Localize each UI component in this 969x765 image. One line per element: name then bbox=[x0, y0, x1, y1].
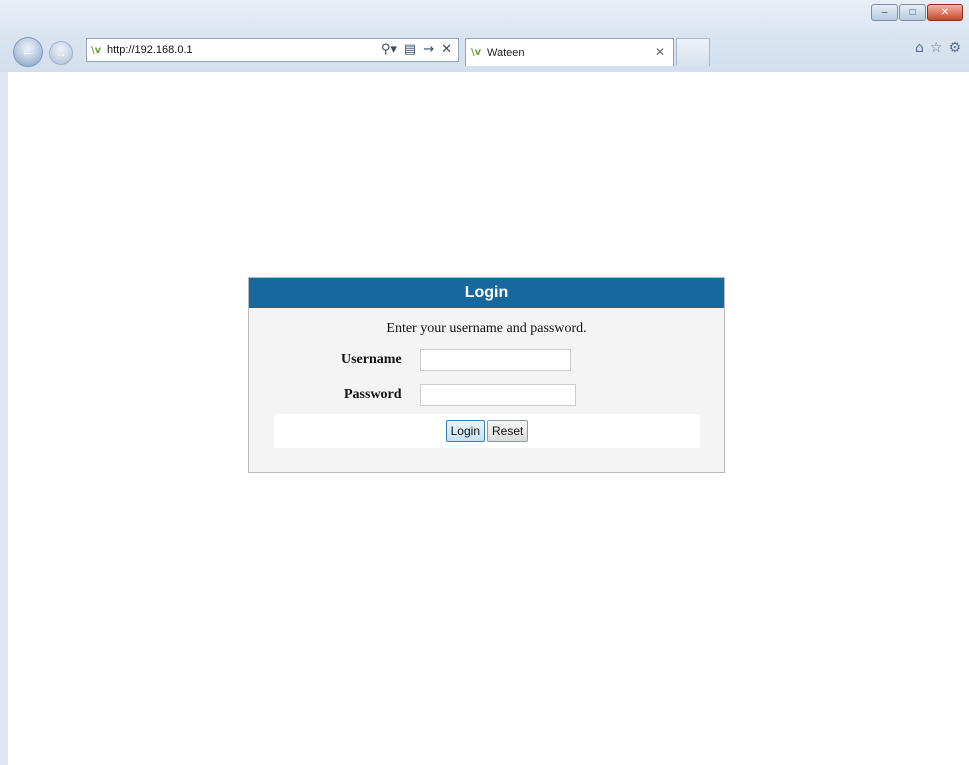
browser-right-icons: ⌂ ☆ ⚙ bbox=[915, 40, 961, 56]
tab-wateen[interactable]: \v Wateen ✕ bbox=[465, 38, 674, 66]
browser-toolbar: – □ ✕ ← → \v http://192.168.0.1 ⚲▾ ▤ → ✕… bbox=[0, 0, 969, 72]
password-row: Password bbox=[249, 384, 724, 408]
forward-button[interactable]: → bbox=[49, 41, 73, 65]
go-icon[interactable]: → bbox=[423, 42, 434, 57]
password-label: Password bbox=[344, 387, 402, 402]
login-instructions: Enter your username and password. bbox=[386, 321, 587, 336]
home-icon[interactable]: ⌂ bbox=[915, 40, 924, 56]
username-input[interactable] bbox=[420, 349, 571, 371]
tab-title: Wateen bbox=[487, 46, 525, 59]
compat-icon[interactable]: ▤ bbox=[404, 42, 416, 57]
login-title: Login bbox=[249, 278, 724, 308]
address-url[interactable]: http://192.168.0.1 bbox=[107, 44, 193, 56]
username-label: Username bbox=[341, 352, 402, 367]
close-tab-icon[interactable]: ✕ bbox=[655, 45, 665, 59]
favorites-icon[interactable]: ☆ bbox=[930, 40, 943, 56]
username-row: Username bbox=[249, 349, 724, 373]
site-favicon-icon: \v bbox=[91, 44, 102, 56]
address-bar[interactable]: \v http://192.168.0.1 ⚲▾ ▤ → ✕ bbox=[86, 38, 459, 62]
minimize-button[interactable]: – bbox=[871, 4, 898, 21]
login-buttons: Login Reset bbox=[274, 414, 700, 448]
search-icon[interactable]: ⚲▾ bbox=[381, 42, 397, 57]
password-input[interactable] bbox=[420, 384, 576, 406]
tab-favicon-icon: \v bbox=[471, 47, 482, 58]
new-tab-button[interactable] bbox=[676, 38, 710, 66]
close-window-button[interactable]: ✕ bbox=[927, 4, 963, 21]
window-left-border bbox=[0, 72, 8, 765]
tools-icon[interactable]: ⚙ bbox=[948, 40, 961, 56]
stop-icon[interactable]: ✕ bbox=[441, 42, 452, 57]
login-panel: Login Enter your username and password. … bbox=[248, 277, 725, 473]
back-button[interactable]: ← bbox=[13, 37, 43, 67]
reset-button[interactable]: Reset bbox=[487, 420, 529, 442]
window-controls: – □ ✕ bbox=[871, 4, 963, 21]
address-tools: ⚲▾ ▤ → ✕ bbox=[381, 42, 452, 57]
back-icon: ← bbox=[20, 43, 36, 60]
forward-icon: → bbox=[55, 46, 67, 60]
maximize-button[interactable]: □ bbox=[899, 4, 926, 21]
page-viewport: Login Enter your username and password. … bbox=[8, 72, 969, 765]
login-button[interactable]: Login bbox=[445, 420, 485, 442]
